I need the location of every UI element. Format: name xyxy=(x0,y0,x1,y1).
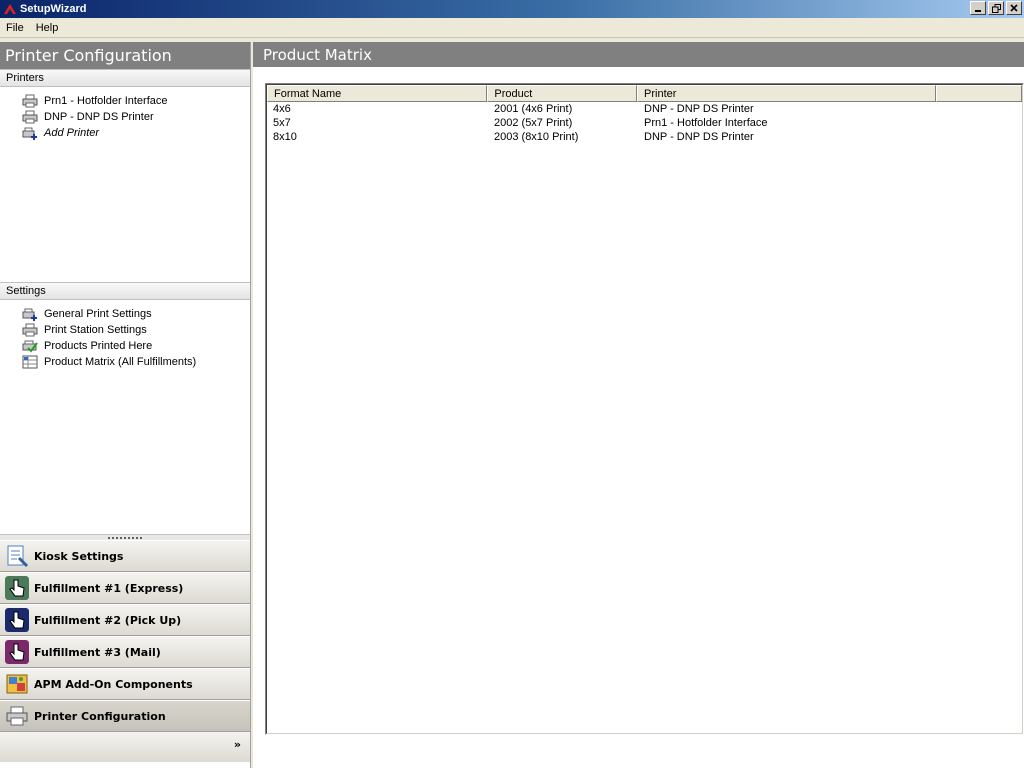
matrix-icon xyxy=(22,355,38,369)
photo-components-icon xyxy=(6,674,28,694)
add-printer-icon xyxy=(22,127,37,140)
menu-file[interactable]: File xyxy=(0,22,30,34)
settings-section-header: Settings xyxy=(0,282,250,300)
menu-bar: File Help xyxy=(0,18,1024,38)
hand-pointer-icon xyxy=(5,640,29,664)
printers-tree: Prn1 - Hotfolder Interface DNP - DNP DS … xyxy=(0,87,250,282)
hand-pointer-icon xyxy=(5,576,29,600)
nav-kiosk-settings[interactable]: Kiosk Settings xyxy=(0,540,250,572)
minimize-icon xyxy=(975,10,981,12)
column-header-format-name[interactable]: Format Name xyxy=(267,85,488,102)
right-panel: Product Matrix Format Name Product Print… xyxy=(253,42,1024,768)
minimize-button[interactable] xyxy=(970,1,986,15)
printer-icon xyxy=(22,323,38,337)
nav-fulfillment-2[interactable]: Fulfillment #2 (Pick Up) xyxy=(0,604,250,636)
printer-add-icon xyxy=(22,308,37,321)
printer-icon xyxy=(6,706,28,726)
table-row[interactable]: 5x7 2002 (5x7 Print) Prn1 - Hotfolder In… xyxy=(267,116,1022,130)
column-header-printer[interactable]: Printer xyxy=(637,85,937,102)
table-row[interactable]: 4x6 2001 (4x6 Print) DNP - DNP DS Printe… xyxy=(267,102,1022,116)
list-header: Format Name Product Printer xyxy=(267,85,1022,102)
close-button[interactable] xyxy=(1006,1,1022,15)
printer-icon xyxy=(22,94,38,108)
nav-fulfillment-1[interactable]: Fulfillment #1 (Express) xyxy=(0,572,250,604)
table-row[interactable]: 8x10 2003 (8x10 Print) DNP - DNP DS Prin… xyxy=(267,130,1022,144)
printer-check-icon xyxy=(22,340,38,353)
settings-item-product-matrix[interactable]: Product Matrix (All Fulfillments) xyxy=(22,354,250,370)
nav-printer-configuration[interactable]: Printer Configuration xyxy=(0,700,250,732)
left-panel-title: Printer Configuration xyxy=(0,42,250,69)
menu-help[interactable]: Help xyxy=(30,22,65,34)
right-panel-title: Product Matrix xyxy=(253,42,1024,67)
column-header-empty[interactable] xyxy=(936,85,1022,102)
printer-item-dnp[interactable]: DNP - DNP DS Printer xyxy=(22,109,250,125)
nav-apm-add-on[interactable]: APM Add-On Components xyxy=(0,668,250,700)
settings-item-print-station[interactable]: Print Station Settings xyxy=(22,322,250,338)
nav-fulfillment-3[interactable]: Fulfillment #3 (Mail) xyxy=(0,636,250,668)
settings-item-general-print[interactable]: General Print Settings xyxy=(22,306,250,322)
app-logo-icon xyxy=(4,4,16,14)
title-bar: SetupWizard xyxy=(0,0,1024,18)
settings-item-products-printed[interactable]: Products Printed Here xyxy=(22,338,250,354)
kiosk-settings-icon xyxy=(7,545,29,568)
hand-pointer-icon xyxy=(5,608,29,632)
product-matrix-list[interactable]: Format Name Product Printer 4x6 2001 (4x… xyxy=(265,83,1024,735)
nav-footer: » xyxy=(0,732,250,762)
printers-section-header: Printers xyxy=(0,69,250,87)
close-icon xyxy=(1010,4,1018,12)
window-title: SetupWizard xyxy=(20,3,87,15)
restore-icon xyxy=(991,3,1001,13)
left-panel: Printer Configuration Printers Prn1 - Ho… xyxy=(0,42,251,768)
printer-item-prn1[interactable]: Prn1 - Hotfolder Interface xyxy=(22,93,250,109)
printer-icon xyxy=(22,110,38,124)
add-printer-item[interactable]: Add Printer xyxy=(22,125,250,141)
settings-tree: General Print Settings Print Station Set… xyxy=(0,300,250,534)
restore-button[interactable] xyxy=(988,1,1004,15)
column-header-product[interactable]: Product xyxy=(487,85,638,102)
expand-chevron-icon[interactable]: » xyxy=(234,738,241,751)
